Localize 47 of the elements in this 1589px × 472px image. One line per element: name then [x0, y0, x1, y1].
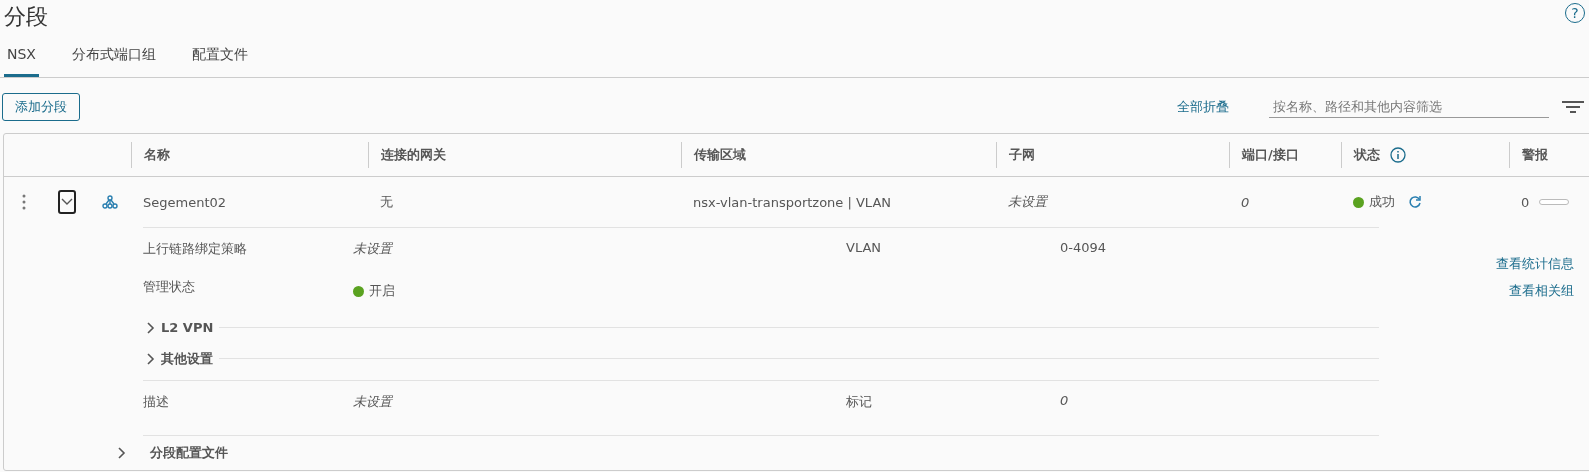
- tab[interactable]: 分布式端口组: [68, 42, 159, 77]
- column-header: 状态: [1354, 146, 1380, 164]
- column-header: 子网: [1009, 146, 1035, 164]
- status-text: 开启: [369, 282, 395, 300]
- field-label: 上行链路绑定策略: [143, 240, 248, 258]
- column-header: 传输区域: [694, 146, 746, 164]
- status-text: 成功: [1369, 193, 1395, 211]
- field-value: 未设置: [353, 240, 394, 258]
- section-header[interactable]: 分段配置文件: [150, 444, 228, 462]
- field-value: 0: [1060, 393, 1070, 410]
- table-cell-text: 未设置: [1007, 193, 1049, 211]
- chevron-icon[interactable]: [147, 352, 155, 365]
- chevron-icon[interactable]: [147, 321, 155, 334]
- info-icon[interactable]: [1390, 147, 1406, 163]
- field-label: VLAN: [846, 240, 883, 257]
- more-icon[interactable]: [22, 194, 26, 210]
- add-segment-button[interactable]: 添加分段: [2, 93, 80, 121]
- link[interactable]: 查看统计信息: [1496, 255, 1574, 273]
- section-header[interactable]: 其他设置: [161, 349, 213, 368]
- chevron-icon[interactable]: [118, 447, 126, 459]
- filter-field[interactable]: 按名称、路径和其他内容筛选: [1269, 96, 1549, 118]
- column-header: 端口/接口: [1242, 146, 1299, 164]
- field-label: 标记: [846, 393, 873, 411]
- tab[interactable]: 配置文件: [188, 42, 251, 77]
- tab[interactable]: NSX: [4, 42, 39, 77]
- table-cell-text: nsx-vlan-transportzone | VLAN: [692, 194, 893, 210]
- column-header: 名称: [144, 146, 170, 164]
- refresh-icon[interactable]: [1408, 195, 1422, 209]
- link[interactable]: 查看相关组: [1509, 282, 1574, 300]
- column-header: 连接的网关: [381, 146, 446, 164]
- filter-icon[interactable]: [1561, 100, 1585, 114]
- table-cell-text: 无: [379, 193, 394, 211]
- column-header: 警报: [1522, 146, 1548, 164]
- field-label: 管理状态: [143, 278, 196, 296]
- section-header[interactable]: L2 VPN: [161, 320, 214, 335]
- expand-toggle[interactable]: [57, 190, 76, 214]
- alarm-count: 0: [1521, 194, 1530, 210]
- field-label: 描述: [143, 393, 170, 411]
- collapse-all-link[interactable]: 全部折叠: [1177, 98, 1229, 116]
- network-icon: [102, 195, 118, 209]
- page-title: 分段: [4, 3, 48, 31]
- alarm-bar-icon: [1539, 199, 1570, 205]
- chevron-icon: [60, 198, 73, 206]
- table-cell-text: Segement02: [142, 194, 228, 210]
- table-cell-text: 0: [1240, 194, 1251, 210]
- field-value: 0-4094: [1060, 240, 1108, 257]
- field-value: 未设置: [353, 393, 394, 411]
